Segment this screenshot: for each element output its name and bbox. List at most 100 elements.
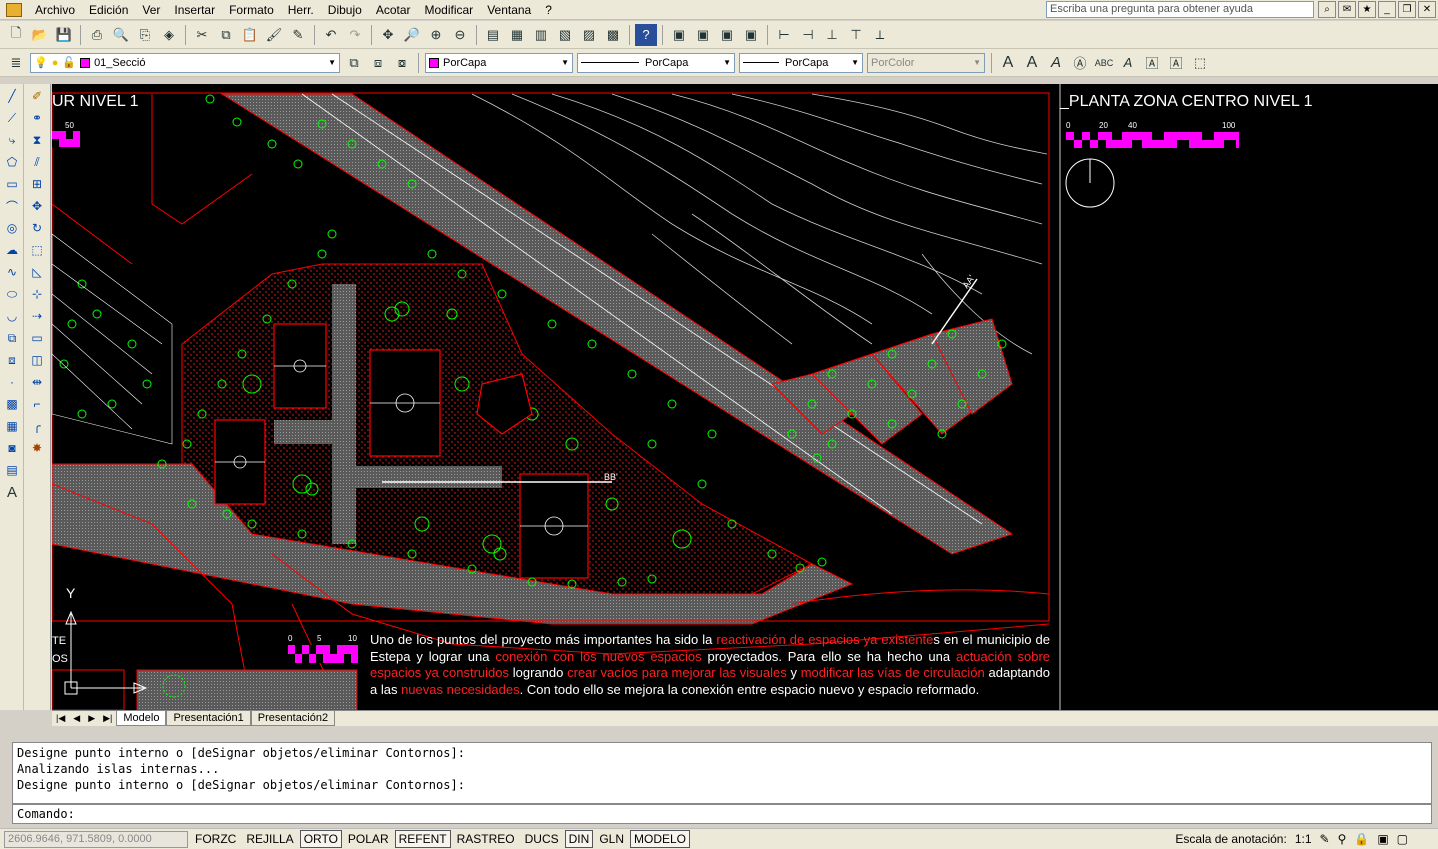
match-properties-icon[interactable]: 🖌: [263, 24, 285, 46]
region-icon[interactable]: ◙: [2, 438, 22, 458]
explode-icon[interactable]: ✸: [27, 438, 47, 458]
layer-states-icon[interactable]: ⧇: [391, 52, 413, 74]
spell-check-icon[interactable]: ABC: [1093, 52, 1115, 74]
toggle-refent[interactable]: REFENT: [394, 830, 451, 848]
cut-icon[interactable]: ✂: [191, 24, 213, 46]
zoom-window-icon[interactable]: ⊕: [425, 24, 447, 46]
design-center-icon[interactable]: ▦: [506, 24, 528, 46]
toggle-gln[interactable]: GLN: [595, 830, 628, 848]
ellipse-icon[interactable]: ⬭: [2, 284, 22, 304]
text-icon[interactable]: A: [997, 52, 1019, 74]
fillet-icon[interactable]: ╭: [27, 416, 47, 436]
auto-scale-icon[interactable]: ⚲: [1338, 832, 1347, 846]
offset-icon[interactable]: ⫽: [27, 152, 47, 172]
arc-icon[interactable]: ⌒: [2, 196, 22, 216]
insert-block-icon[interactable]: ⧉: [2, 328, 22, 348]
redo-icon[interactable]: ↷: [344, 24, 366, 46]
erase-icon[interactable]: ✐: [27, 86, 47, 106]
layer-manager-icon[interactable]: ≣: [5, 52, 27, 74]
toggle-din[interactable]: DIN: [564, 830, 594, 848]
mirror-icon[interactable]: ⧗: [27, 130, 47, 150]
search-icon[interactable]: ⌕: [1318, 1, 1336, 18]
move-icon[interactable]: ✥: [27, 196, 47, 216]
new-file-icon[interactable]: 🗋: [5, 24, 27, 46]
break-point-icon[interactable]: ▭: [27, 328, 47, 348]
toggle-polar[interactable]: POLAR: [344, 830, 393, 848]
menu-dibujo[interactable]: Dibujo: [321, 3, 369, 17]
layer-previous-icon[interactable]: ⧈: [367, 52, 389, 74]
plotstyle-dropdown[interactable]: PorColor ▼: [867, 52, 985, 73]
coordinates-readout[interactable]: 2606.9646, 971.5809, 0.0000: [4, 830, 188, 848]
publish-icon[interactable]: ⎘: [134, 24, 156, 46]
table-icon[interactable]: ▤: [2, 460, 22, 480]
make-current-layer-icon[interactable]: ⧉: [343, 52, 365, 74]
revcloud-icon[interactable]: ☁: [2, 240, 22, 260]
lock-icon[interactable]: 🔒: [1354, 832, 1369, 846]
sheet-set-icon[interactable]: ▧: [554, 24, 576, 46]
color-dropdown[interactable]: PorCapa ▼: [425, 52, 573, 73]
toggle-rastreo[interactable]: RASTREO: [453, 830, 519, 848]
next-tab-icon[interactable]: ▶: [84, 713, 99, 724]
justify-text-icon[interactable]: 🄰: [1165, 52, 1187, 74]
viewport-icon-3[interactable]: ▣: [716, 24, 738, 46]
toggle-rejilla[interactable]: REJILLA: [242, 830, 297, 848]
menu-acotar[interactable]: Acotar: [369, 3, 418, 17]
save-icon[interactable]: 💾: [53, 24, 75, 46]
scale-icon[interactable]: ⬚: [27, 240, 47, 260]
minimize-icon[interactable]: _: [1378, 1, 1396, 18]
array-icon[interactable]: ⊞: [27, 174, 47, 194]
block-editor-icon[interactable]: ✎: [287, 24, 309, 46]
properties-icon[interactable]: ▤: [482, 24, 504, 46]
close-icon[interactable]: ✕: [1418, 1, 1436, 18]
menu-archivo[interactable]: Archivo: [28, 3, 82, 17]
edit-text-icon[interactable]: A: [1117, 52, 1139, 74]
convert-space-icon[interactable]: ⬚: [1189, 52, 1211, 74]
restore-icon[interactable]: ❐: [1398, 1, 1416, 18]
toggle-orto[interactable]: ORTO: [299, 830, 342, 848]
viewport-icon-1[interactable]: ▣: [668, 24, 690, 46]
menu-modificar[interactable]: Modificar: [418, 3, 481, 17]
paste-icon[interactable]: 📋: [239, 24, 261, 46]
tool-palettes-icon[interactable]: ▥: [530, 24, 552, 46]
toggle-ducs[interactable]: DUCS: [521, 830, 563, 848]
3d-dwf-icon[interactable]: ◈: [158, 24, 180, 46]
line-icon[interactable]: ╱: [2, 86, 22, 106]
toggle-forzc[interactable]: FORZC: [191, 830, 240, 848]
extend-icon[interactable]: ⇢: [27, 306, 47, 326]
print-preview-icon[interactable]: 🔍: [110, 24, 132, 46]
drawing-canvas[interactable]: BB' AA' UR NIVEL 1 _PLANTA ZONA CENTRO N…: [52, 84, 1438, 710]
dimension-icon-3[interactable]: ⊥: [821, 24, 843, 46]
break-icon[interactable]: ◫: [27, 350, 47, 370]
help-search-input[interactable]: Escriba una pregunta para obtener ayuda: [1046, 1, 1314, 18]
spline-icon[interactable]: ∿: [2, 262, 22, 282]
polyline-icon[interactable]: ⤷: [2, 130, 22, 150]
make-block-icon[interactable]: ⧈: [2, 350, 22, 370]
stretch-icon[interactable]: ◺: [27, 262, 47, 282]
copy-object-icon[interactable]: ⚭: [27, 108, 47, 128]
zoom-previous-icon[interactable]: ⊖: [449, 24, 471, 46]
menu-herr[interactable]: Herr.: [281, 3, 321, 17]
layer-dropdown[interactable]: 💡 ● 🔓 01_Secció ▼: [30, 52, 340, 73]
last-tab-icon[interactable]: ▶|: [99, 713, 116, 724]
command-input[interactable]: Comando:: [12, 804, 1432, 824]
scale-text-icon[interactable]: 🄰: [1141, 52, 1163, 74]
point-icon[interactable]: ·: [2, 372, 22, 392]
mtext-icon[interactable]: A: [2, 482, 22, 502]
tab-modelo[interactable]: Modelo: [116, 711, 167, 726]
menu-ventana[interactable]: Ventana: [480, 3, 538, 17]
rectangle-icon[interactable]: ▭: [2, 174, 22, 194]
hatch-icon[interactable]: ▩: [2, 394, 22, 414]
chamfer-icon[interactable]: ⌐: [27, 394, 47, 414]
tab-presentacion1[interactable]: Presentación1: [166, 711, 251, 726]
comm-center-icon[interactable]: ✉: [1338, 1, 1356, 18]
viewport-icon-4[interactable]: ▣: [740, 24, 762, 46]
viewport-icon-2[interactable]: ▣: [692, 24, 714, 46]
tab-presentacion2[interactable]: Presentación2: [250, 711, 336, 726]
rotate-icon[interactable]: ↻: [27, 218, 47, 238]
dimension-icon-1[interactable]: ⊢: [773, 24, 795, 46]
lineweight-dropdown[interactable]: PorCapa ▼: [739, 52, 863, 73]
prev-tab-icon[interactable]: ◀: [69, 713, 84, 724]
annotation-scale-value[interactable]: 1:1: [1295, 832, 1312, 846]
find-text-icon[interactable]: Ⓐ: [1069, 52, 1091, 74]
annotation-visibility-icon[interactable]: ✎: [1320, 832, 1330, 846]
